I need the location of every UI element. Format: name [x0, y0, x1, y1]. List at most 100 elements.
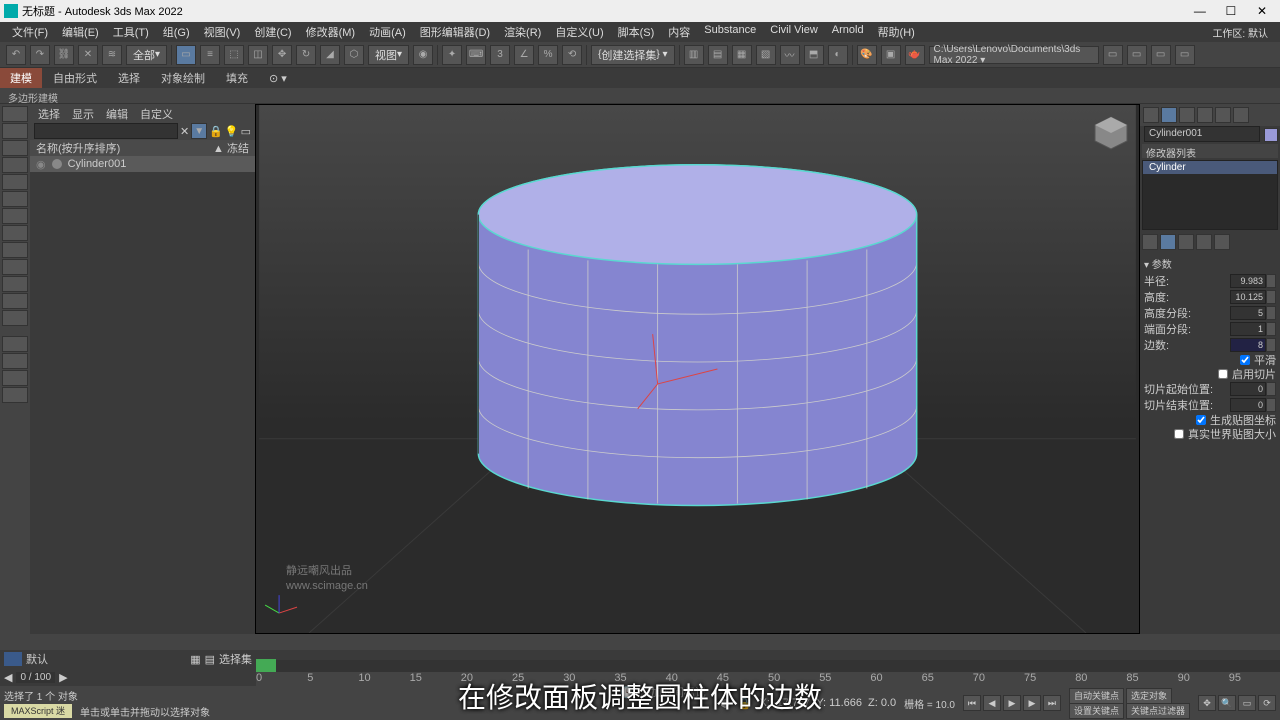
- redo-button[interactable]: ↷: [30, 45, 50, 65]
- height-spinner[interactable]: [1266, 290, 1276, 304]
- time-slider[interactable]: [256, 660, 1280, 672]
- menu-create[interactable]: 创建(C): [248, 22, 297, 42]
- unlink-button[interactable]: ✕: [78, 45, 98, 65]
- schematic-button[interactable]: ⬒: [804, 45, 824, 65]
- height-field[interactable]: [1230, 290, 1266, 304]
- goto-end-button[interactable]: ⏭: [1043, 695, 1061, 711]
- menu-anim[interactable]: 动画(A): [363, 22, 412, 42]
- menu-tools[interactable]: 工具(T): [107, 22, 155, 42]
- keyfilter-button[interactable]: 关键点过滤器: [1126, 703, 1190, 719]
- filter-dropdown[interactable]: 全部 ▾: [126, 45, 167, 65]
- coord-y[interactable]: Y: 11.666: [816, 697, 862, 709]
- lt-9[interactable]: [2, 242, 28, 258]
- cp-display-icon[interactable]: [1215, 107, 1231, 123]
- realworld-checkbox[interactable]: [1174, 429, 1184, 439]
- lt-12[interactable]: [2, 293, 28, 309]
- prev-frame-button[interactable]: ◀: [983, 695, 1001, 711]
- menu-help[interactable]: 帮助(H): [872, 22, 921, 42]
- se-tab-display[interactable]: 显示: [72, 106, 94, 120]
- align-button[interactable]: ▤: [708, 45, 728, 65]
- lt-10[interactable]: [2, 259, 28, 275]
- select-button[interactable]: ▭: [176, 45, 196, 65]
- tab-paint[interactable]: 对象绘制: [151, 68, 215, 88]
- menu-substance[interactable]: Substance: [698, 22, 762, 42]
- se-add-icon[interactable]: ▭: [241, 125, 251, 138]
- menu-edit[interactable]: 编辑(E): [56, 22, 105, 42]
- keyboard-button[interactable]: ⌨: [466, 45, 486, 65]
- nav-orbit-button[interactable]: ⟳: [1258, 695, 1276, 711]
- layer-button[interactable]: ▦: [732, 45, 752, 65]
- lt-13[interactable]: [2, 310, 28, 326]
- cseg-spinner[interactable]: [1266, 322, 1276, 336]
- selset-label[interactable]: 选择集: [219, 651, 252, 667]
- lt-15[interactable]: [2, 353, 28, 369]
- viewcube[interactable]: [1091, 113, 1131, 153]
- modifier-stack[interactable]: Cylinder: [1142, 160, 1278, 230]
- smooth-checkbox[interactable]: [1240, 355, 1250, 365]
- render-button[interactable]: 🫖: [905, 45, 925, 65]
- p1-button[interactable]: ▭: [1103, 45, 1123, 65]
- close-button[interactable]: ✕: [1248, 4, 1276, 18]
- stack-remove-icon[interactable]: [1196, 234, 1212, 250]
- placement-button[interactable]: ⬡: [344, 45, 364, 65]
- play-button[interactable]: ▶: [1003, 695, 1021, 711]
- menu-view[interactable]: 视图(V): [198, 22, 247, 42]
- tab-modeling[interactable]: 建模: [0, 68, 42, 88]
- se-lock-icon[interactable]: 🔒: [209, 125, 223, 138]
- mirror-button[interactable]: ▥: [684, 45, 704, 65]
- se-tab-custom[interactable]: 自定义: [140, 106, 173, 120]
- bind-button[interactable]: ≋: [102, 45, 122, 65]
- radius-field[interactable]: [1230, 274, 1266, 288]
- nav-zoom-button[interactable]: 🔍: [1218, 695, 1236, 711]
- object-name-field[interactable]: Cylinder001: [1144, 126, 1260, 142]
- move-button[interactable]: ✥: [272, 45, 292, 65]
- lt-7[interactable]: [2, 208, 28, 224]
- sides-field[interactable]: [1230, 338, 1266, 352]
- lt-16[interactable]: [2, 370, 28, 386]
- se-clear-icon[interactable]: ✕: [180, 125, 189, 138]
- refcoord-dropdown[interactable]: 视图 ▾: [368, 45, 409, 65]
- p3-button[interactable]: ▭: [1151, 45, 1171, 65]
- tl-next-icon[interactable]: ▶: [59, 671, 67, 684]
- setkey-button[interactable]: 设置关键点: [1069, 703, 1124, 719]
- se-header-name[interactable]: 名称(按升序排序): [36, 140, 120, 156]
- material-button[interactable]: ◐: [828, 45, 848, 65]
- params-header[interactable]: ▾ 参数: [1144, 254, 1276, 273]
- menu-render[interactable]: 渲染(R): [498, 22, 547, 42]
- pctsnap-button[interactable]: %: [538, 45, 558, 65]
- stack-config-icon[interactable]: [1214, 234, 1230, 250]
- menu-modifier[interactable]: 修改器(M): [300, 22, 362, 42]
- hseg-field[interactable]: [1230, 306, 1266, 320]
- project-path[interactable]: C:\Users\Lenovo\Documents\3ds Max 2022 ▾: [929, 46, 1099, 64]
- ribbon-expand[interactable]: ⊙ ▾: [259, 70, 297, 87]
- tab-freeform[interactable]: 自由形式: [43, 68, 107, 88]
- slice-checkbox[interactable]: [1218, 369, 1228, 379]
- cp-modify-icon[interactable]: [1161, 107, 1177, 123]
- lt-6[interactable]: [2, 191, 28, 207]
- selobj-dropdown[interactable]: 选定对象: [1126, 688, 1172, 704]
- p4-button[interactable]: ▭: [1175, 45, 1195, 65]
- nav-region-button[interactable]: ▭: [1238, 695, 1256, 711]
- snap3-button[interactable]: 3: [490, 45, 510, 65]
- rotate-button[interactable]: ↻: [296, 45, 316, 65]
- cp-create-icon[interactable]: [1143, 107, 1159, 123]
- tab-selection[interactable]: 选择: [108, 68, 150, 88]
- coord-z[interactable]: Z: 0.0: [868, 697, 896, 709]
- scale-button[interactable]: ◢: [320, 45, 340, 65]
- menu-script[interactable]: 脚本(S): [612, 22, 661, 42]
- anglesnap-button[interactable]: ∠: [514, 45, 534, 65]
- cp-motion-icon[interactable]: [1197, 107, 1213, 123]
- radius-spinner[interactable]: [1266, 274, 1276, 288]
- lt-14[interactable]: [2, 336, 28, 352]
- se-filter-icon[interactable]: ▼: [191, 123, 207, 139]
- se-tab-select[interactable]: 选择: [38, 106, 60, 120]
- hseg-spinner[interactable]: [1266, 306, 1276, 320]
- spinner-button[interactable]: ⟲: [562, 45, 582, 65]
- tl-prev-icon[interactable]: ◀: [4, 671, 12, 684]
- marquee-button[interactable]: ⬚: [224, 45, 244, 65]
- select-name-button[interactable]: ≡: [200, 45, 220, 65]
- autokey-button[interactable]: 自动关键点: [1069, 688, 1124, 704]
- nav-pan-button[interactable]: ✥: [1198, 695, 1216, 711]
- named-sel-dropdown[interactable]: {创建选择集} ▾: [591, 45, 674, 65]
- lt-4[interactable]: [2, 157, 28, 173]
